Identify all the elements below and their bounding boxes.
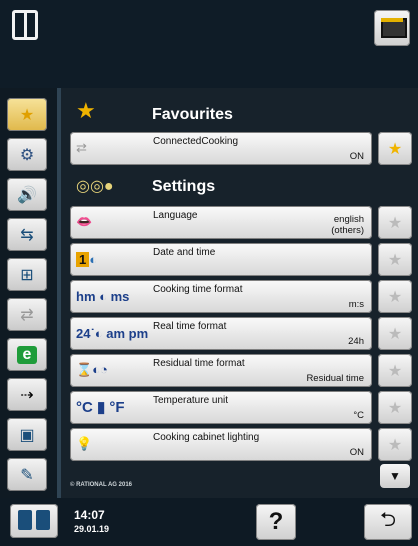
row-value: english (others) — [331, 214, 364, 236]
list-item[interactable]: 👄 Language english (others) — [70, 206, 372, 239]
oven-door-icon[interactable] — [12, 10, 38, 40]
monitor-icon: ▣ — [19, 426, 35, 444]
star-icon: ★ — [19, 106, 35, 124]
list-item[interactable]: 24˙◐ am pm Real time format 24h — [70, 317, 372, 350]
sidebar: ★ ⚙ 🔊 ⇆ ⊞ ⇄ e ⇢ ▣ ✎ — [0, 88, 58, 498]
row-label: Language — [153, 210, 198, 221]
back-arrow-icon: ⮌ — [379, 509, 397, 531]
row-label: Cooking time format — [153, 284, 243, 295]
clock-time: 14:07 — [74, 508, 105, 522]
list-item[interactable]: ⌛◐◔ Residual time format Residual time — [70, 354, 372, 387]
favourite-toggle-button[interactable]: ★ — [378, 354, 412, 387]
star-icon: ★ — [76, 98, 96, 123]
sidebar-item-favourites[interactable]: ★ — [7, 98, 47, 131]
share-icon: ⇄ — [76, 140, 87, 155]
sidebar-item-service[interactable]: ✎ — [7, 458, 47, 491]
row-value: ON — [349, 151, 364, 162]
list-item[interactable]: ⇄ ConnectedCooking ON — [70, 132, 372, 165]
row-label: Date and time — [153, 247, 216, 258]
favourite-toggle-button[interactable]: ★ — [378, 206, 412, 239]
settings-icon: ◎◎● — [76, 178, 114, 195]
bottom-bar: 14:07 29.01.19 ? ⮌ — [0, 498, 418, 546]
sidebar-item-favourites-export[interactable]: ⇢ — [7, 378, 47, 411]
24-ampm-icon: 24˙◐ am pm — [76, 325, 149, 341]
share-icon: ⇄ — [20, 306, 34, 324]
scroll-down-button[interactable]: ▼ — [380, 464, 410, 488]
favourite-toggle-button[interactable]: ★ — [378, 132, 412, 165]
top-bar — [0, 0, 418, 88]
favourite-toggle-button[interactable]: ★ — [378, 317, 412, 350]
main-panel: ★ ⚙ 🔊 ⇆ ⊞ ⇄ e ⇢ ▣ ✎ ★ Favourites ⇄ Conne… — [0, 88, 418, 498]
lightbulb-icon: 💡 — [76, 436, 93, 451]
clock-date: 29.01.19 — [74, 524, 110, 534]
favourite-toggle-button[interactable]: ★ — [378, 391, 412, 424]
row-value: m:s — [348, 299, 364, 310]
settings-icon: ⚙ — [19, 146, 35, 164]
sidebar-item-settings[interactable]: ⚙ — [7, 138, 47, 171]
thermometer-icon: °C ▮ °F — [76, 399, 125, 416]
favourite-toggle-button[interactable]: ★ — [378, 280, 412, 313]
hm-ms-icon: hm ◐ ms — [76, 288, 130, 304]
sidebar-item-network[interactable]: ⇆ — [7, 218, 47, 251]
sidebar-item-eco[interactable]: e — [7, 338, 47, 371]
sidebar-item-monitor[interactable]: ▣ — [7, 418, 47, 451]
row-label: Real time format — [153, 321, 227, 332]
window-icon — [18, 510, 32, 530]
list-item[interactable]: hm ◐ ms Cooking time format m:s — [70, 280, 372, 313]
section-title-settings: Settings — [152, 178, 216, 195]
lips-icon: 👄 — [76, 214, 93, 229]
row-label: Residual time format — [153, 358, 245, 369]
calendar-globe-icon: 1 ◐ — [76, 248, 97, 270]
row-label: ConnectedCooking — [153, 136, 239, 147]
audio-icon: 🔊 — [17, 186, 37, 204]
favourite-toggle-button[interactable]: ★ — [378, 243, 412, 276]
row-value: 24h — [348, 336, 364, 347]
chevron-down-icon: ▼ — [389, 469, 401, 483]
sidebar-item-share[interactable]: ⇄ — [7, 298, 47, 331]
network-icon: ⇆ — [20, 226, 34, 244]
list-item[interactable]: 💡 Cooking cabinet lighting ON — [70, 428, 372, 461]
eco-icon: e — [16, 345, 38, 364]
section-title-favourites: Favourites — [152, 106, 233, 123]
help-button[interactable]: ? — [256, 504, 296, 540]
list-item[interactable]: 1 ◐ Date and time — [70, 243, 372, 276]
copyright: © RATIONAL AG 2016 — [70, 482, 132, 488]
export-icon: ⇢ — [20, 386, 34, 404]
mode-switch-button[interactable] — [10, 504, 58, 538]
window-icon — [36, 510, 50, 530]
list-item[interactable]: °C ▮ °F Temperature unit °C — [70, 391, 372, 424]
screen-button[interactable] — [374, 10, 410, 46]
row-value: ON — [349, 447, 364, 458]
sidebar-divider — [57, 88, 61, 498]
row-label: Cooking cabinet lighting — [153, 432, 260, 443]
lan-icon: ⊞ — [20, 266, 34, 284]
settings-content: ★ Favourites ⇄ ConnectedCooking ON ★ ◎◎●… — [64, 88, 414, 498]
back-button[interactable]: ⮌ — [364, 504, 412, 540]
sidebar-item-audio[interactable]: 🔊 — [7, 178, 47, 211]
row-value: °C — [353, 410, 364, 421]
wrench-icon: ✎ — [20, 466, 34, 484]
row-value: Residual time — [306, 373, 364, 384]
hourglass-icon: ⌛◐◔ — [76, 362, 108, 377]
sidebar-item-lan[interactable]: ⊞ — [7, 258, 47, 291]
favourite-toggle-button[interactable]: ★ — [378, 428, 412, 461]
row-label: Temperature unit — [153, 395, 229, 406]
